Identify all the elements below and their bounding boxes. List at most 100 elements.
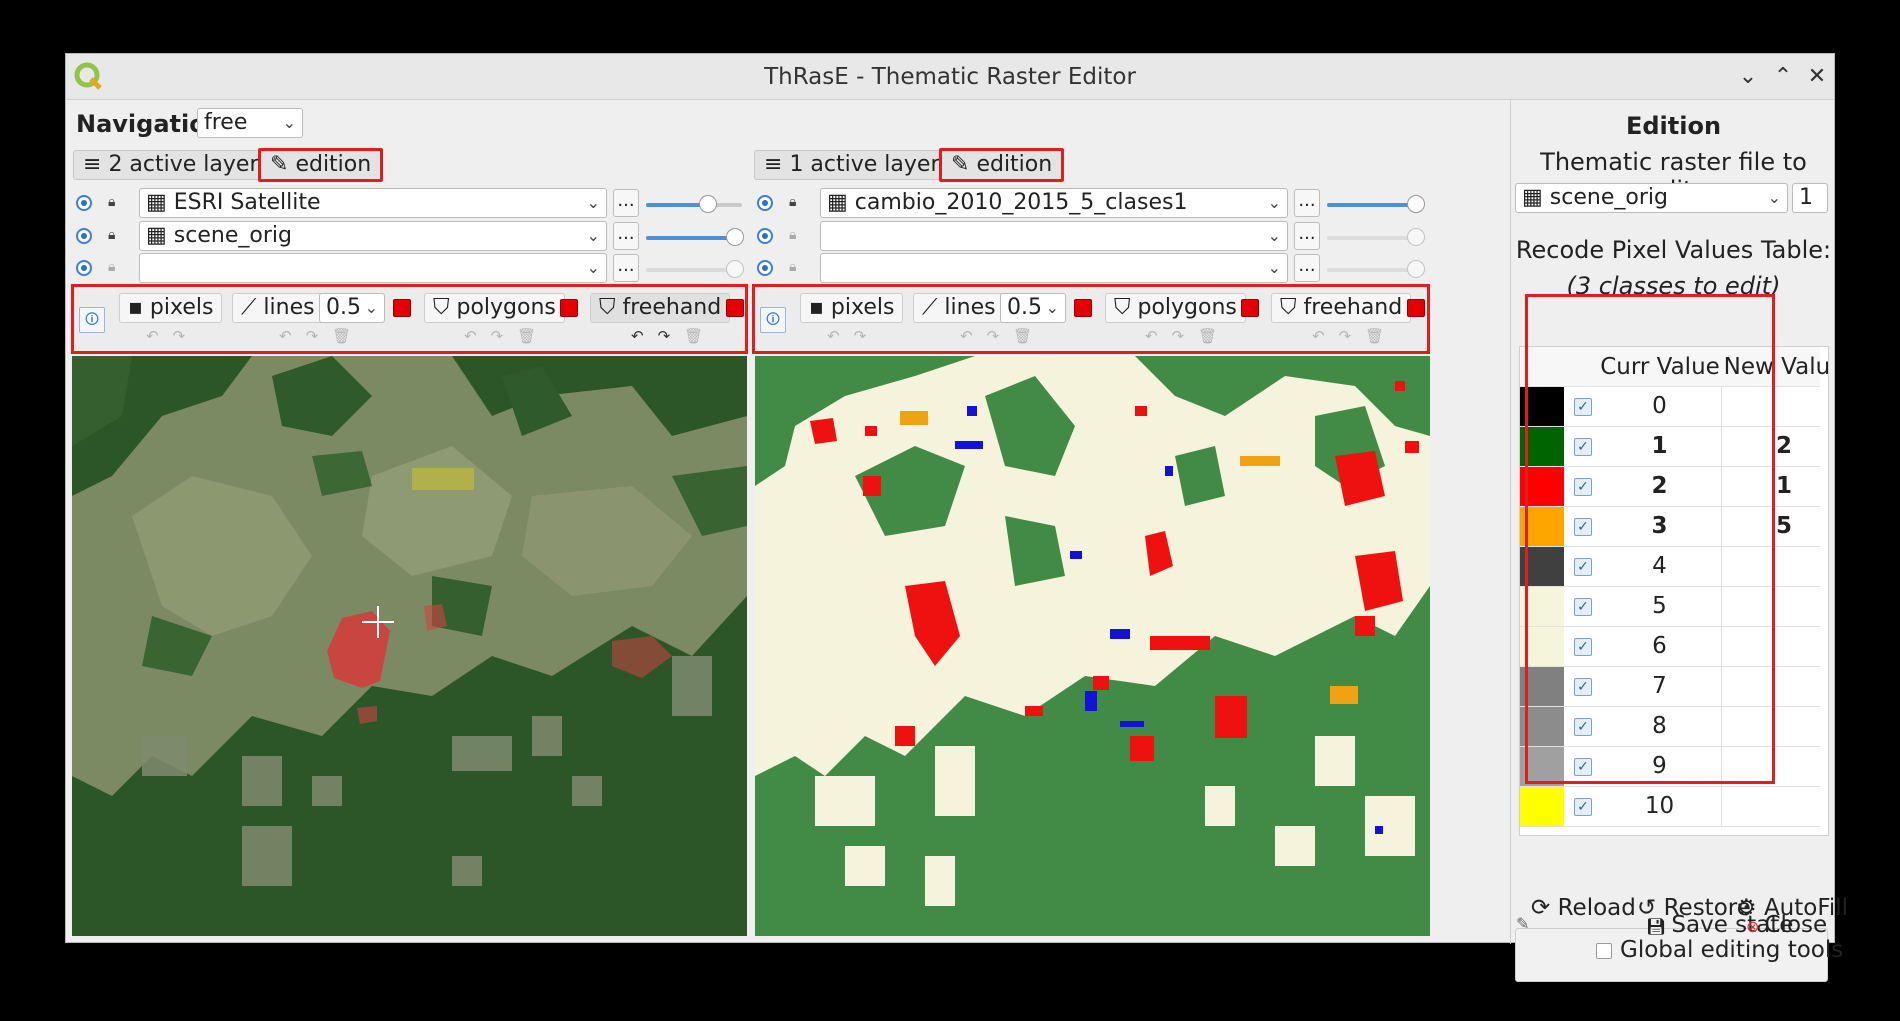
undo-redo-clear-icons[interactable]: ↶↷🗑︎ bbox=[464, 327, 550, 345]
left-freehand-tool[interactable]: ⛉ freehand bbox=[590, 293, 731, 323]
row-checkbox[interactable]: ✓ bbox=[1574, 598, 1592, 616]
undo-redo-clear-icons[interactable]: ↶↷🗑︎ bbox=[960, 327, 1046, 345]
close-window-icon[interactable]: ✕ bbox=[1802, 62, 1832, 92]
right-map-canvas[interactable] bbox=[755, 356, 1430, 936]
right-active-layers-button[interactable]: ≡ 1 active layers bbox=[754, 150, 961, 180]
new-value-cell[interactable]: 1 bbox=[1722, 467, 1828, 506]
left-layer-3-opacity-slider[interactable] bbox=[646, 260, 744, 278]
left-layer-2-visible-radio[interactable] bbox=[76, 228, 92, 244]
right-layer-2-more-button[interactable]: ... bbox=[1294, 222, 1320, 250]
new-value-cell[interactable] bbox=[1722, 667, 1828, 706]
right-line-width-select[interactable]: 0.5 ⌄ bbox=[1000, 293, 1066, 323]
right-layer-2-select[interactable]: ⌄ bbox=[820, 221, 1288, 251]
reload-button[interactable]: ⟳ Reload bbox=[1531, 895, 1636, 921]
new-value-cell[interactable]: 5 bbox=[1722, 507, 1828, 546]
left-active-layers-button[interactable]: ≡ 2 active layers bbox=[73, 150, 280, 180]
right-lines-color-swatch[interactable] bbox=[1074, 299, 1092, 317]
class-color-swatch[interactable] bbox=[1520, 787, 1564, 826]
class-color-swatch[interactable] bbox=[1520, 547, 1564, 586]
new-value-cell[interactable] bbox=[1722, 707, 1828, 746]
right-freehand-color-swatch[interactable] bbox=[1407, 299, 1425, 317]
row-checkbox[interactable]: ✓ bbox=[1574, 478, 1592, 496]
table-row[interactable]: ✓8🗑︎ bbox=[1520, 707, 1820, 747]
left-polygons-color-swatch[interactable] bbox=[560, 299, 578, 317]
table-row[interactable]: ✓7🗑︎ bbox=[1520, 667, 1820, 707]
left-map-canvas[interactable] bbox=[72, 356, 747, 936]
row-checkbox[interactable]: ✓ bbox=[1574, 558, 1592, 576]
undo-redo-clear-icons[interactable]: ↶↷🗑︎ bbox=[631, 327, 717, 345]
new-value-cell[interactable] bbox=[1722, 387, 1828, 426]
right-layer-2-opacity-slider[interactable] bbox=[1327, 228, 1425, 246]
row-checkbox[interactable]: ✓ bbox=[1574, 798, 1592, 816]
right-polygons-color-swatch[interactable] bbox=[1241, 299, 1259, 317]
row-checkbox[interactable]: ✓ bbox=[1574, 398, 1592, 416]
class-color-swatch[interactable] bbox=[1520, 467, 1564, 506]
edit-log-icon[interactable]: ✎ bbox=[1516, 914, 1529, 933]
new-value-cell[interactable] bbox=[1722, 747, 1828, 786]
new-value-cell[interactable] bbox=[1722, 787, 1828, 826]
undo-redo-clear-icons[interactable]: ↶↷🗑︎ bbox=[1312, 327, 1398, 345]
left-polygons-tool[interactable]: ⛉ polygons bbox=[424, 293, 565, 323]
left-layer-3-select[interactable]: ⌄ bbox=[139, 253, 607, 283]
right-layer-3-more-button[interactable]: ... bbox=[1294, 254, 1320, 282]
table-row[interactable]: ✓0🗑︎ bbox=[1520, 387, 1820, 427]
left-layer-3-visible-radio[interactable] bbox=[76, 260, 92, 276]
info-icon[interactable]: 🛈 bbox=[79, 307, 105, 333]
left-layer-3-more-button[interactable]: ... bbox=[613, 254, 639, 282]
right-layer-3-opacity-slider[interactable] bbox=[1327, 260, 1425, 278]
class-color-swatch[interactable] bbox=[1520, 587, 1564, 626]
right-freehand-tool[interactable]: ⛉ freehand bbox=[1271, 293, 1412, 323]
class-color-swatch[interactable] bbox=[1520, 667, 1564, 706]
raster-file-select[interactable]: ▦ scene_orig ⌄ bbox=[1515, 183, 1788, 213]
class-color-swatch[interactable] bbox=[1520, 707, 1564, 746]
class-color-swatch[interactable] bbox=[1520, 427, 1564, 466]
table-row[interactable]: ✓12🗑︎ bbox=[1520, 427, 1820, 467]
table-row[interactable]: ✓6🗑︎ bbox=[1520, 627, 1820, 667]
left-layer-2-opacity-slider[interactable] bbox=[646, 228, 744, 246]
left-layer-2-select[interactable]: ▦ scene_orig ⌄ bbox=[139, 221, 607, 251]
right-polygons-tool[interactable]: ⛉ polygons bbox=[1105, 293, 1246, 323]
table-row[interactable]: ✓21🗑︎ bbox=[1520, 467, 1820, 507]
left-layer-2-more-button[interactable]: ... bbox=[613, 222, 639, 250]
right-pixels-tool[interactable]: ▪ pixels bbox=[800, 293, 904, 323]
right-edition-button[interactable]: ✎ edition bbox=[939, 148, 1065, 182]
class-color-swatch[interactable] bbox=[1520, 387, 1564, 426]
row-checkbox[interactable]: ✓ bbox=[1574, 518, 1592, 536]
maximize-icon[interactable]: ⌃ bbox=[1768, 62, 1798, 92]
close-button[interactable]: ⊗ Close bbox=[1746, 912, 1827, 938]
right-layer-1-more-button[interactable]: ... bbox=[1294, 189, 1320, 217]
global-tools-checkbox[interactable]: Global editing tools bbox=[1596, 937, 1843, 963]
right-layer-1-select[interactable]: ▦ cambio_2010_2015_5_clases1 ⌄ bbox=[820, 188, 1288, 218]
left-layer-1-opacity-slider[interactable] bbox=[646, 195, 742, 213]
row-checkbox[interactable]: ✓ bbox=[1574, 718, 1592, 736]
class-color-swatch[interactable] bbox=[1520, 747, 1564, 786]
table-row[interactable]: ✓10🗑︎ bbox=[1520, 787, 1820, 827]
row-checkbox[interactable]: ✓ bbox=[1574, 438, 1592, 456]
minimize-icon[interactable]: ⌄ bbox=[1733, 62, 1763, 92]
table-row[interactable]: ✓9🗑︎ bbox=[1520, 747, 1820, 787]
left-lines-color-swatch[interactable] bbox=[393, 299, 411, 317]
navigation-mode-select[interactable]: free ⌄ bbox=[197, 108, 303, 138]
row-checkbox[interactable]: ✓ bbox=[1574, 638, 1592, 656]
new-value-cell[interactable] bbox=[1722, 587, 1828, 626]
table-row[interactable]: ✓5🗑︎ bbox=[1520, 587, 1820, 627]
undo-redo-clear-icons[interactable]: ↶↷🗑︎ bbox=[279, 327, 365, 345]
right-layer-3-select[interactable]: ⌄ bbox=[820, 253, 1288, 283]
undo-redo-icons[interactable]: ↶↷ bbox=[146, 327, 199, 345]
undo-redo-icons[interactable]: ↶↷ bbox=[827, 327, 880, 345]
right-layer-1-opacity-slider[interactable] bbox=[1327, 195, 1425, 213]
left-layer-1-more-button[interactable]: ... bbox=[613, 189, 639, 217]
info-icon[interactable]: 🛈 bbox=[760, 307, 786, 333]
left-layer-1-select[interactable]: ▦ ESRI Satellite ⌄ bbox=[139, 188, 607, 218]
left-freehand-color-swatch[interactable] bbox=[726, 299, 744, 317]
left-pixels-tool[interactable]: ▪ pixels bbox=[119, 293, 223, 323]
right-lines-tool[interactable]: ⟋ lines bbox=[913, 293, 1005, 323]
left-lines-tool[interactable]: ⟋ lines bbox=[232, 293, 324, 323]
class-color-swatch[interactable] bbox=[1520, 507, 1564, 546]
table-row[interactable]: ✓35🗑︎ bbox=[1520, 507, 1820, 547]
class-color-swatch[interactable] bbox=[1520, 627, 1564, 666]
row-checkbox[interactable]: ✓ bbox=[1574, 758, 1592, 776]
right-layer-1-visible-radio[interactable] bbox=[757, 195, 773, 211]
undo-redo-clear-icons[interactable]: ↶↷🗑︎ bbox=[1145, 327, 1231, 345]
right-layer-3-visible-radio[interactable] bbox=[757, 260, 773, 276]
